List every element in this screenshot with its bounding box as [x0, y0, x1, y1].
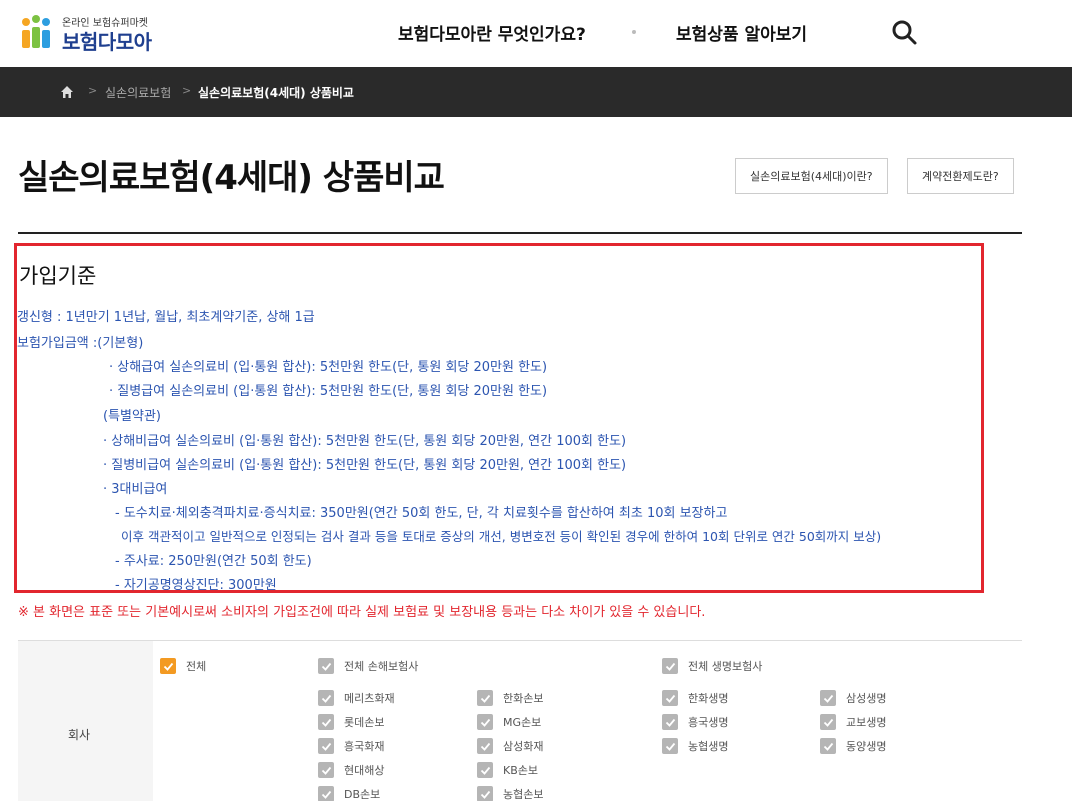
checkbox-company[interactable]: 동양생명 [820, 738, 886, 754]
checkbox-label: 전체 [186, 660, 207, 673]
checkbox-check-icon [477, 738, 493, 754]
breadcrumb-item-level1[interactable]: 실손의료보험 [105, 84, 171, 101]
checkbox-check-icon [820, 738, 836, 754]
criteria-line: · 질병비급여 실손의료비 (입·통원 합산): 5천만원 한도(단, 통원 회… [103, 458, 627, 473]
criteria-line: - 자기공명영상진단: 300만원 [115, 578, 277, 593]
criteria-line: - 주사료: 250만원(연간 50회 한도) [115, 554, 312, 569]
checkbox-label: 교보생명 [846, 716, 887, 729]
enrollment-criteria: 가입기준 갱신형 : 1년만기 1년납, 월납, 최초계약기준, 상해 1급 보… [14, 243, 984, 593]
criteria-line: - 도수치료·체외충격파치료·증식치료: 350만원(연간 50회 한도, 단,… [115, 506, 728, 521]
criteria-title: 가입기준 [19, 264, 97, 288]
checkbox-check-icon [477, 714, 493, 730]
chevron-right-icon: > [88, 84, 98, 97]
checkbox-check-icon [477, 762, 493, 778]
search-icon[interactable] [890, 18, 918, 46]
checkbox-check-icon [477, 690, 493, 706]
breadcrumb-current: 실손의료보험(4세대) 상품비교 [198, 86, 354, 100]
checkbox-company[interactable]: 흥국화재 [318, 738, 384, 754]
checkbox-company[interactable]: KB손보 [477, 762, 538, 778]
checkbox-check-icon [318, 658, 334, 674]
checkbox-all-nonlife[interactable]: 전체 손해보험사 [318, 658, 418, 674]
checkbox-company[interactable]: 롯데손보 [318, 714, 384, 730]
checkbox-check-icon [318, 714, 334, 730]
checkbox-check-icon [318, 762, 334, 778]
chevron-right-icon: > [182, 84, 192, 97]
checkbox-company[interactable]: DB손보 [318, 786, 380, 801]
checkbox-check-icon [820, 714, 836, 730]
checkbox-company[interactable]: 삼성생명 [820, 690, 886, 706]
logo-title: 보험다모아 [62, 30, 152, 54]
checkbox-label: 전체 생명보험사 [688, 660, 763, 673]
criteria-line: (특별약관) [103, 409, 161, 424]
checkbox-check-icon [477, 786, 493, 801]
checkbox-all-life[interactable]: 전체 생명보험사 [662, 658, 762, 674]
checkbox-company[interactable]: 한화손보 [477, 690, 543, 706]
title-divider [18, 232, 1022, 234]
checkbox-label: 삼성화재 [503, 740, 544, 753]
page-title: 실손의료보험(4세대) 상품비교 [18, 158, 445, 198]
checkbox-label: 한화손보 [503, 692, 544, 705]
filter-label: 회사 [68, 728, 91, 742]
checkbox-company[interactable]: 한화생명 [662, 690, 728, 706]
checkbox-check-icon [318, 738, 334, 754]
home-icon[interactable] [60, 85, 74, 99]
criteria-line: · 상해급여 실손의료비 (입·통원 합산): 5천만원 한도(단, 통원 회당… [109, 360, 548, 375]
criteria-line: · 3대비급여 [103, 482, 168, 497]
checkbox-check-icon [662, 690, 678, 706]
checkbox-label: 흥국화재 [344, 740, 385, 753]
about-4th-gen-button[interactable]: 실손의료보험(4세대)이란? [735, 158, 888, 194]
checkbox-label: 삼성생명 [846, 692, 887, 705]
checkbox-label: 메리츠화재 [344, 692, 395, 705]
checkbox-label: 한화생명 [688, 692, 729, 705]
nav-about[interactable]: 보험다모아란 무엇인가요? [398, 20, 586, 45]
logo-mark-icon [22, 15, 50, 48]
checkbox-check-icon [662, 658, 678, 674]
checkbox-check-icon [318, 786, 334, 801]
checkbox-company[interactable]: 흥국생명 [662, 714, 728, 730]
disclaimer-notice: ※ 본 화면은 표준 또는 기본예시로써 소비자의 가입조건에 따라 실제 보험… [18, 605, 706, 620]
criteria-line: · 질병급여 실손의료비 (입·통원 합산): 5천만원 한도(단, 통원 회당… [109, 384, 548, 399]
checkbox-check-icon [820, 690, 836, 706]
checkbox-check-icon [662, 714, 678, 730]
checkbox-company[interactable]: 메리츠화재 [318, 690, 395, 706]
criteria-line: 이후 객관적이고 일반적으로 인정되는 검사 결과 등을 토대로 증상의 개선,… [121, 529, 882, 544]
checkbox-label: 농협손보 [503, 788, 544, 801]
site-header: 온라인 보험슈퍼마켓 보험다모아 보험다모아란 무엇인가요? 보험상품 알아보기 [0, 0, 1072, 67]
nav-divider [632, 30, 636, 34]
company-filter: 회사 전체 전체 손해보험사 전체 생명보험사 메리츠화재 한화손보 롯데손보 … [18, 640, 1022, 801]
checkbox-label: 농협생명 [688, 740, 729, 753]
criteria-line: · 상해비급여 실손의료비 (입·통원 합산): 5천만원 한도(단, 통원 회… [103, 434, 627, 449]
checkbox-check-icon [318, 690, 334, 706]
checkbox-label: 동양생명 [846, 740, 887, 753]
checkbox-company[interactable]: 농협손보 [477, 786, 543, 801]
criteria-line: 갱신형 : 1년만기 1년납, 월납, 최초계약기준, 상해 1급 [17, 310, 315, 325]
checkbox-all[interactable]: 전체 [160, 658, 206, 674]
site-logo[interactable]: 온라인 보험슈퍼마켓 보험다모아 [18, 12, 178, 54]
checkbox-label: KB손보 [503, 764, 538, 777]
checkbox-company[interactable]: 삼성화재 [477, 738, 543, 754]
checkbox-label: DB손보 [344, 788, 381, 801]
checkbox-check-icon [662, 738, 678, 754]
contract-switch-button[interactable]: 계약전환제도란? [907, 158, 1014, 194]
filter-label-column: 회사 [18, 641, 153, 801]
checkbox-label: 롯데손보 [344, 716, 385, 729]
nav-products[interactable]: 보험상품 알아보기 [676, 20, 807, 45]
checkbox-company[interactable]: MG손보 [477, 714, 541, 730]
checkbox-company[interactable]: 현대해상 [318, 762, 384, 778]
checkbox-check-icon [160, 658, 176, 674]
checkbox-company[interactable]: 교보생명 [820, 714, 886, 730]
checkbox-label: 현대해상 [344, 764, 385, 777]
checkbox-company[interactable]: 농협생명 [662, 738, 728, 754]
breadcrumb: > 실손의료보험 > 실손의료보험(4세대) 상품비교 [0, 67, 1072, 117]
checkbox-label: 전체 손해보험사 [344, 660, 419, 673]
checkbox-label: 흥국생명 [688, 716, 729, 729]
checkbox-label: MG손보 [503, 716, 542, 729]
criteria-line: 보험가입금액 :(기본형) [17, 336, 144, 351]
